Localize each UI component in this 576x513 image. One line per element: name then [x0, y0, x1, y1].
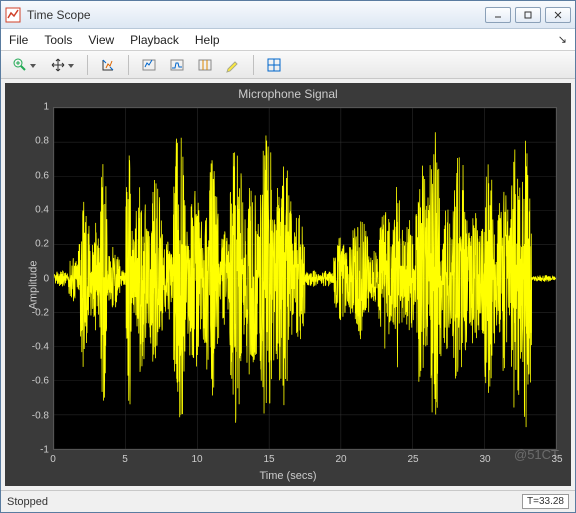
y-tick: -0.8 [32, 410, 49, 421]
scale-x-tool[interactable] [137, 54, 161, 76]
x-tick: 25 [407, 454, 418, 465]
toolbar [1, 51, 575, 79]
x-tick: 20 [335, 454, 346, 465]
maximize-button[interactable] [515, 7, 541, 23]
x-axis-label: Time (secs) [5, 470, 571, 482]
x-tick: 10 [191, 454, 202, 465]
status-text: Stopped [7, 496, 48, 508]
menu-view[interactable]: View [88, 33, 114, 47]
plot-area: Microphone Signal Amplitude Time (secs) … [5, 83, 571, 486]
zoom-tool[interactable] [7, 54, 41, 76]
cursor-tool[interactable] [193, 54, 217, 76]
time-readout: T=33.28 [522, 494, 569, 509]
highlight-tool[interactable] [221, 54, 245, 76]
menu-playback[interactable]: Playback [130, 33, 179, 47]
pan-tool[interactable] [45, 54, 79, 76]
window-title: Time Scope [27, 8, 485, 22]
x-tick: 0 [50, 454, 56, 465]
y-tick: 1 [43, 102, 49, 113]
y-tick: -0.2 [32, 307, 49, 318]
menubar: File Tools View Playback Help ↘ [1, 29, 575, 51]
y-tick: 0.6 [35, 170, 49, 181]
autoscale-tool[interactable] [96, 54, 120, 76]
y-tick: 0.4 [35, 204, 49, 215]
x-tick: 15 [263, 454, 274, 465]
x-tick: 30 [479, 454, 490, 465]
titlebar[interactable]: Time Scope [1, 1, 575, 29]
axes[interactable]: -1-0.8-0.6-0.4-0.200.20.40.60.8105101520… [53, 107, 557, 450]
signal-plot[interactable] [53, 107, 557, 450]
chart-title: Microphone Signal [5, 87, 571, 101]
scale-y-tool[interactable] [165, 54, 189, 76]
menu-file[interactable]: File [9, 33, 28, 47]
menu-tools[interactable]: Tools [44, 33, 72, 47]
app-icon [5, 7, 21, 23]
menu-help[interactable]: Help [195, 33, 220, 47]
y-tick: 0 [43, 273, 49, 284]
minimize-button[interactable] [485, 7, 511, 23]
y-tick: 0.8 [35, 136, 49, 147]
close-button[interactable] [545, 7, 571, 23]
x-tick: 35 [551, 454, 562, 465]
y-axis-label: Amplitude [27, 260, 39, 309]
statusbar: Stopped T=33.28 [1, 490, 575, 512]
window-frame: Time Scope File Tools View Playback Help… [0, 0, 576, 513]
y-tick: -0.4 [32, 342, 49, 353]
y-tick: -1 [40, 445, 49, 456]
undock-icon[interactable]: ↘ [558, 33, 567, 46]
y-tick: 0.2 [35, 239, 49, 250]
x-tick: 5 [122, 454, 128, 465]
layout-tool[interactable] [262, 54, 286, 76]
y-tick: -0.6 [32, 376, 49, 387]
